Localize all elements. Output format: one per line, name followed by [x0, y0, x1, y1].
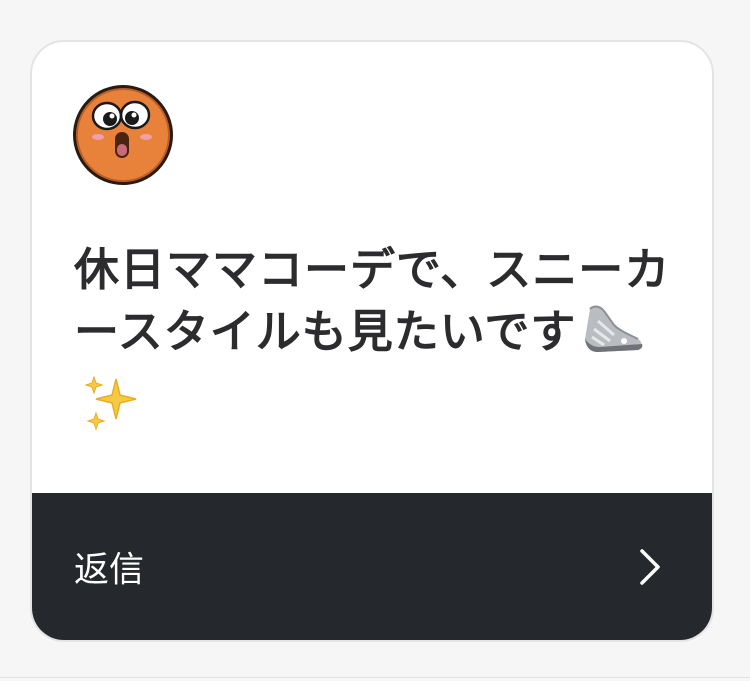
message-text: 休日ママコーデで、スニーカースタイルも見たいです — [74, 239, 674, 449]
sneaker-emoji-icon — [580, 301, 646, 373]
sparkles-emoji-icon — [78, 373, 144, 449]
bottom-divider — [0, 677, 750, 678]
reply-button[interactable]: 返信 — [32, 493, 712, 640]
avatar — [72, 84, 174, 186]
surprised-face-avatar-icon — [73, 85, 173, 185]
question-card: 休日ママコーデで、スニーカースタイルも見たいです 返信 — [30, 40, 714, 642]
reply-label: 返信 — [74, 550, 145, 590]
chevron-right-icon — [640, 548, 660, 585]
